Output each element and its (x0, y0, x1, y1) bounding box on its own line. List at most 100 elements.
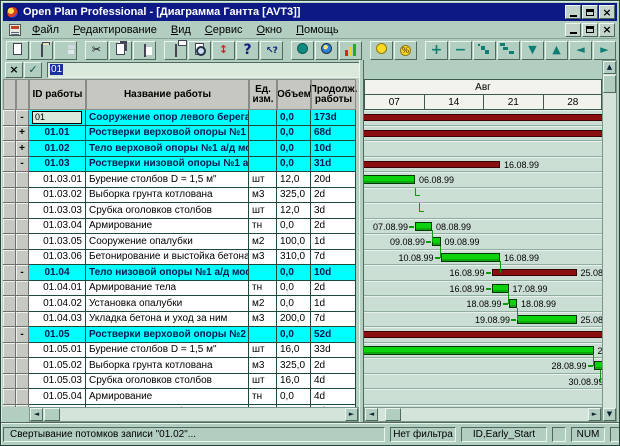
gantt-bar-task[interactable] (432, 237, 441, 246)
gantt-row[interactable] (364, 203, 602, 219)
timescale-week-cell[interactable]: 14 (425, 95, 485, 110)
timescale-week-cell[interactable]: 28 (544, 95, 604, 110)
column-header-0[interactable]: ID работы (29, 79, 86, 110)
print-preview-button[interactable] (188, 41, 211, 60)
minimize-button[interactable] (565, 5, 581, 19)
close-button[interactable]: × (599, 5, 615, 19)
inline-edit-box[interactable]: 01 (32, 111, 82, 124)
table-row[interactable]: 01.05.01Бурение столбов D = 1,5 м"шт16,0… (3, 343, 359, 359)
gantt-row[interactable] (364, 188, 602, 204)
app-icon[interactable] (6, 6, 19, 19)
expand-toggle[interactable] (16, 358, 29, 374)
table-row[interactable]: 01.03.02Выборка грунта котлованам3325,02… (3, 188, 359, 204)
row-selector-cell[interactable] (3, 141, 16, 157)
cell-edit-input[interactable]: 01 (47, 62, 361, 78)
page-arrows-button[interactable]: ↕ (212, 41, 235, 60)
gantt-bar-task[interactable] (364, 175, 415, 184)
copy-pages-button[interactable] (109, 41, 132, 60)
expand-toggle[interactable]: - (16, 327, 29, 343)
table-row[interactable]: 01.05.04Армированиетн0,04d (3, 389, 359, 405)
menu-item-вид[interactable]: Вид (164, 22, 198, 38)
cut-scissors-button[interactable]: ✂ (85, 41, 108, 60)
gantt-bar-task[interactable] (492, 284, 509, 293)
table-row[interactable]: +01.01Ростверки верховой опоры №1 а/д0,0… (3, 126, 359, 142)
table-row[interactable]: +01.02Тело верховой опоры №1 а/д моста0,… (3, 141, 359, 157)
row-selector-cell[interactable] (3, 374, 16, 390)
gantt-bar-summary[interactable] (364, 331, 602, 338)
row-selector-cell[interactable] (3, 281, 16, 297)
expand-toggle[interactable] (16, 343, 29, 359)
row-selector-cell[interactable] (3, 203, 16, 219)
expand-toggle[interactable]: - (16, 157, 29, 173)
expand-toggle[interactable] (16, 389, 29, 405)
row-selector-cell[interactable] (3, 265, 16, 281)
row-selector-cell[interactable] (3, 110, 16, 126)
table-row[interactable]: 01.03.03Срубка оголовков столбовшт12,03d (3, 203, 359, 219)
new-document-button[interactable] (6, 41, 29, 60)
table-row[interactable]: -01.03Ростверки низовой опоры №1 а/д м0,… (3, 157, 359, 173)
bar-chart-button[interactable] (339, 41, 362, 60)
scroll-left-button[interactable]: ◄ (365, 408, 378, 421)
table-horizontal-scrollbar[interactable]: ◄ ► (29, 407, 359, 422)
table-row[interactable]: 01.03.06Бетонирование и выстойка бетонам… (3, 250, 359, 266)
remove-activity-button[interactable]: − (449, 41, 472, 60)
row-selector-cell[interactable] (3, 343, 16, 359)
paste-clipboard-button[interactable] (133, 41, 156, 60)
document-icon[interactable] (9, 24, 21, 36)
expand-toggle[interactable]: + (16, 126, 29, 142)
expand-toggle[interactable] (16, 172, 29, 188)
row-selector-cell[interactable] (3, 172, 16, 188)
scroll-right-button[interactable]: ► (588, 408, 601, 421)
scroll-up-button[interactable]: ▲ (603, 61, 616, 74)
gantt-bar-task[interactable] (415, 222, 432, 231)
table-row[interactable]: -01Сооружение опор левого берега0,0173d (3, 110, 359, 126)
column-header-4[interactable]: Продолж. работы (311, 79, 356, 110)
mdi-restore-button[interactable] (582, 23, 598, 37)
gantt-bar-summary[interactable] (364, 161, 500, 168)
row-selector-cell[interactable] (3, 234, 16, 250)
mdi-minimize-button[interactable] (565, 23, 581, 37)
teal-circle-button[interactable] (291, 41, 314, 60)
scroll-right-button[interactable]: ► (345, 408, 358, 421)
menu-item-редактирование[interactable]: Редактирование (66, 22, 164, 38)
globe-button[interactable] (315, 41, 338, 60)
expand-toggle[interactable] (16, 405, 29, 408)
scrollbar-thumb[interactable] (44, 408, 60, 421)
column-header-1[interactable]: Название работы (86, 79, 249, 110)
gantt-bar-task[interactable] (509, 299, 518, 308)
row-selector-cell[interactable] (3, 219, 16, 235)
expand-toggle[interactable] (16, 250, 29, 266)
expand-toggle[interactable] (16, 312, 29, 328)
column-header-3[interactable]: Объем (277, 79, 311, 110)
menu-item-файл[interactable]: Файл (25, 22, 66, 38)
table-row[interactable]: 01.05.03Срубка оголовков столбовшт16,04d (3, 374, 359, 390)
arrow-right-button[interactable]: ► (593, 41, 616, 60)
row-selector-cell[interactable] (3, 389, 16, 405)
print-printer-button[interactable] (164, 41, 187, 60)
percent-coin-button[interactable]: % (394, 41, 417, 60)
cancel-edit-button[interactable]: × (5, 62, 23, 78)
save-floppy-button[interactable] (54, 41, 77, 60)
expand-toggle[interactable] (16, 234, 29, 250)
expand-toggle[interactable] (16, 296, 29, 312)
scrollbar-thumb[interactable] (603, 75, 616, 93)
gantt-bar-summary[interactable] (364, 114, 602, 121)
table-row[interactable]: 01.04.02Установка опалубким20,01d (3, 296, 359, 312)
gantt-row[interactable] (364, 389, 602, 405)
expand-toggle[interactable] (16, 374, 29, 390)
table-row[interactable]: 01.05.02Выборка грунта котлованам3325,02… (3, 358, 359, 374)
gantt-bar-task[interactable] (364, 346, 594, 355)
expand-toggle[interactable]: - (16, 110, 29, 126)
chart-horizontal-scrollbar[interactable]: ◄ ► (364, 407, 602, 422)
gantt-bar-task[interactable] (441, 253, 501, 262)
gantt-bar-summary[interactable] (492, 269, 577, 276)
coin-button[interactable] (370, 41, 393, 60)
gantt-row[interactable] (364, 141, 602, 157)
row-selector-cell[interactable] (3, 157, 16, 173)
scrollbar-thumb[interactable] (385, 408, 401, 421)
table-row[interactable]: 01.04.01Армирование телатн0,02d (3, 281, 359, 297)
row-selector-cell[interactable] (3, 312, 16, 328)
row-selector-cell[interactable] (3, 405, 16, 408)
scroll-down-button[interactable]: ▼ (603, 408, 616, 421)
menu-item-сервис[interactable]: Сервис (198, 22, 250, 38)
